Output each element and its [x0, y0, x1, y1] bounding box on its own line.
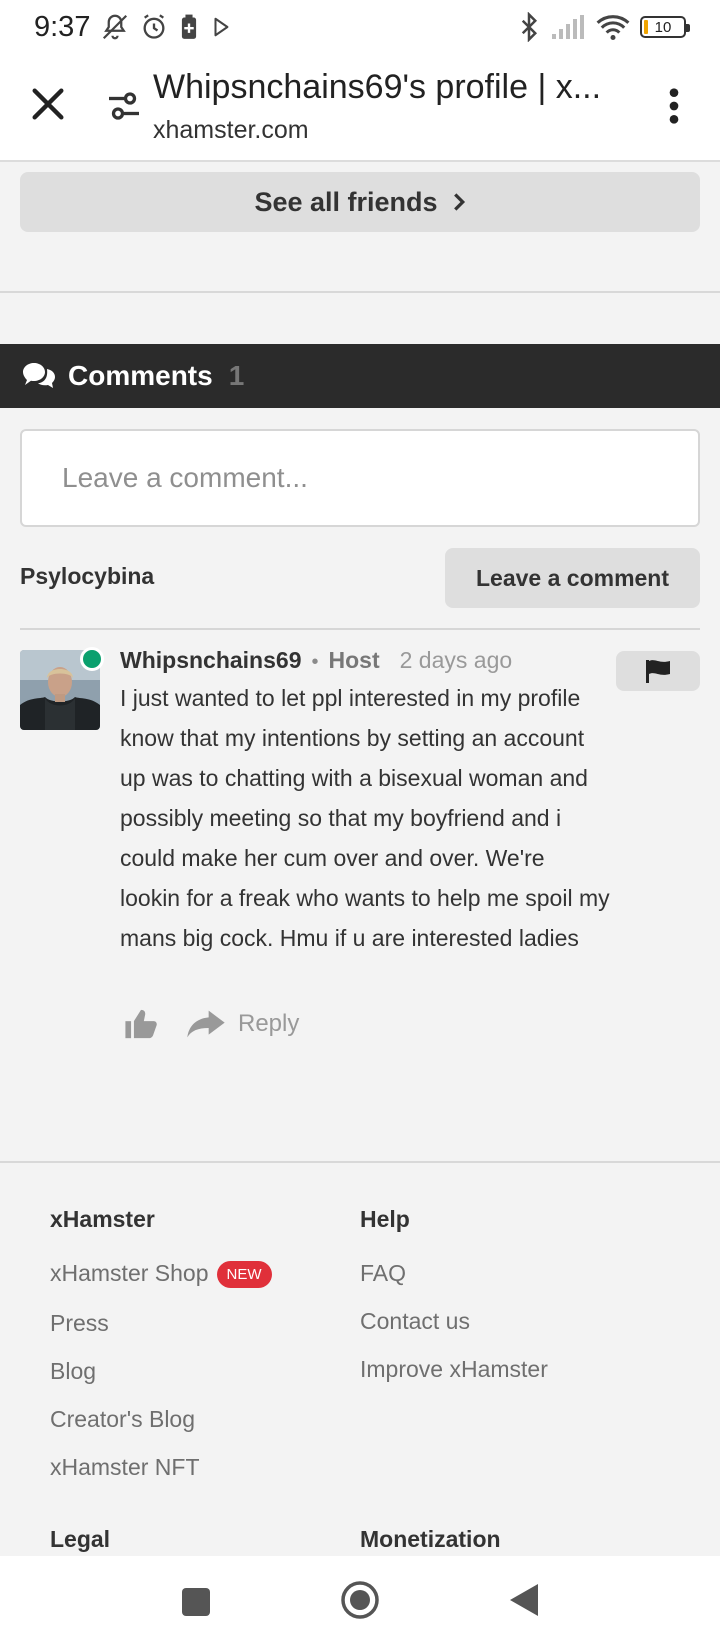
mute-bell-icon [103, 14, 128, 40]
footer-heading-legal: Legal [50, 1526, 111, 1552]
comments-count: 1 [228, 360, 245, 391]
close-icon[interactable] [28, 84, 68, 124]
flag-icon [646, 660, 670, 683]
battery-level: 10 [654, 18, 672, 36]
home-button-icon[interactable] [340, 1580, 380, 1620]
thumbs-up-icon[interactable] [124, 1008, 158, 1040]
comments-title: Comments [68, 360, 213, 391]
footer-link-creators-blog[interactable]: Creator's Blog [50, 1406, 195, 1433]
see-all-friends-button[interactable]: See all friends [20, 172, 700, 232]
browser-toolbar: Whipsnchains69's profile | x... xhamster… [0, 54, 720, 162]
recent-apps-button[interactable] [182, 1588, 210, 1616]
footer-link-faq[interactable]: FAQ [360, 1260, 406, 1287]
battery-saver-icon [182, 14, 197, 39]
status-time: 9:37 [34, 10, 91, 43]
status-bar: 9:37 10 [0, 0, 720, 54]
site-settings-icon[interactable] [106, 88, 142, 124]
system-navigation-bar [0, 1556, 720, 1650]
comment-meta: Whipsnchains69 • Host 2 days ago [120, 647, 512, 674]
comment-divider [20, 628, 700, 630]
signal-icon [552, 15, 584, 39]
meta-separator: • [311, 651, 319, 673]
status-left-icons [100, 12, 232, 42]
comment-timestamp: 2 days ago [399, 647, 513, 673]
alarm-icon [143, 14, 165, 39]
footer-link-contact[interactable]: Contact us [360, 1308, 470, 1335]
footer-link-press[interactable]: Press [50, 1310, 109, 1337]
leave-comment-button[interactable]: Leave a comment [445, 548, 700, 608]
comment-input[interactable]: Leave a comment... [20, 429, 700, 527]
reply-button[interactable]: Reply [186, 1008, 299, 1040]
see-all-friends-label: See all friends [254, 186, 438, 217]
footer-link-nft[interactable]: xHamster NFT [50, 1454, 200, 1481]
report-button[interactable] [616, 651, 700, 691]
footer-link-shop-label: xHamster Shop [50, 1260, 209, 1286]
footer-column-monetization: Monetization [360, 1526, 501, 1553]
comment-role-badge: Host [328, 647, 380, 673]
footer-link-improve[interactable]: Improve xHamster [360, 1356, 548, 1383]
page-title: Whipsnchains69's profile | x... [153, 68, 602, 106]
chevron-right-icon [453, 193, 465, 211]
status-right-icons: 10 [518, 12, 690, 42]
new-badge: NEW [216, 1261, 272, 1289]
footer-heading-xhamster: xHamster [50, 1206, 155, 1232]
footer-link-blog[interactable]: Blog [50, 1358, 96, 1385]
online-status-dot [80, 647, 104, 671]
current-username[interactable]: Psylocybina [20, 563, 154, 590]
footer-heading-monetization: Monetization [360, 1526, 501, 1552]
battery-indicator: 10 [640, 16, 690, 38]
more-options-icon[interactable] [662, 86, 686, 126]
footer-divider [0, 1161, 720, 1163]
comment-text: I just wanted to let ppl interested in m… [120, 685, 610, 951]
comment-actions: Reply [124, 1008, 299, 1040]
comments-header: Comments 1 [0, 344, 720, 408]
reply-label: Reply [238, 1010, 300, 1037]
back-button-icon[interactable] [508, 1582, 540, 1618]
footer-link-shop[interactable]: xHamster Shop NEW [50, 1260, 272, 1289]
footer-column-xhamster: xHamster [50, 1206, 155, 1233]
section-divider [0, 291, 720, 293]
footer-heading-help: Help [360, 1206, 410, 1232]
comment-author[interactable]: Whipsnchains69 [120, 647, 301, 674]
reply-arrow-icon [187, 1010, 225, 1038]
bluetooth-icon [521, 12, 538, 42]
footer-column-help: Help [360, 1206, 410, 1233]
comments-icon [23, 363, 55, 388]
footer-column-legal: Legal [50, 1526, 110, 1553]
comment-input-placeholder: Leave a comment... [62, 462, 308, 493]
wifi-icon [596, 15, 630, 41]
page-url: xhamster.com [153, 116, 309, 144]
play-store-icon [214, 17, 229, 37]
